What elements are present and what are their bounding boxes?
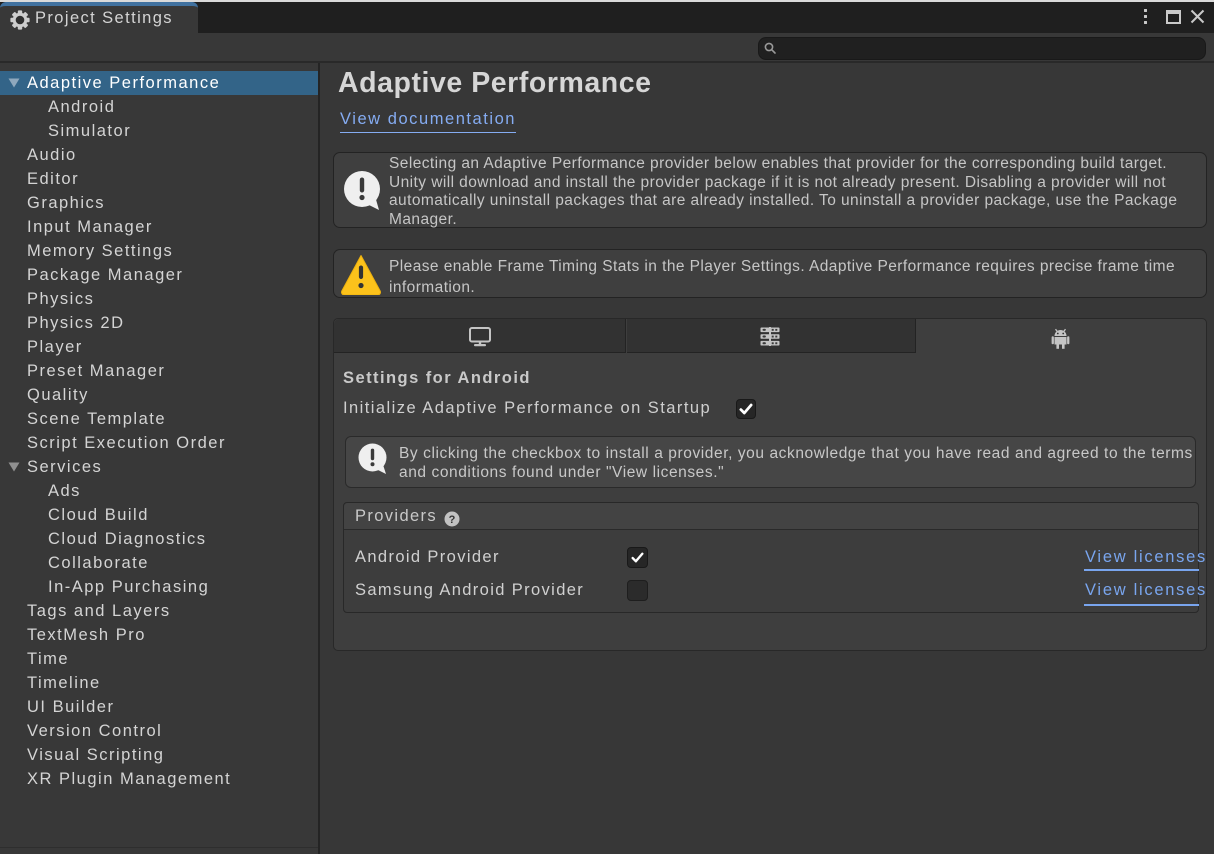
svg-text:?: ? — [449, 514, 456, 526]
